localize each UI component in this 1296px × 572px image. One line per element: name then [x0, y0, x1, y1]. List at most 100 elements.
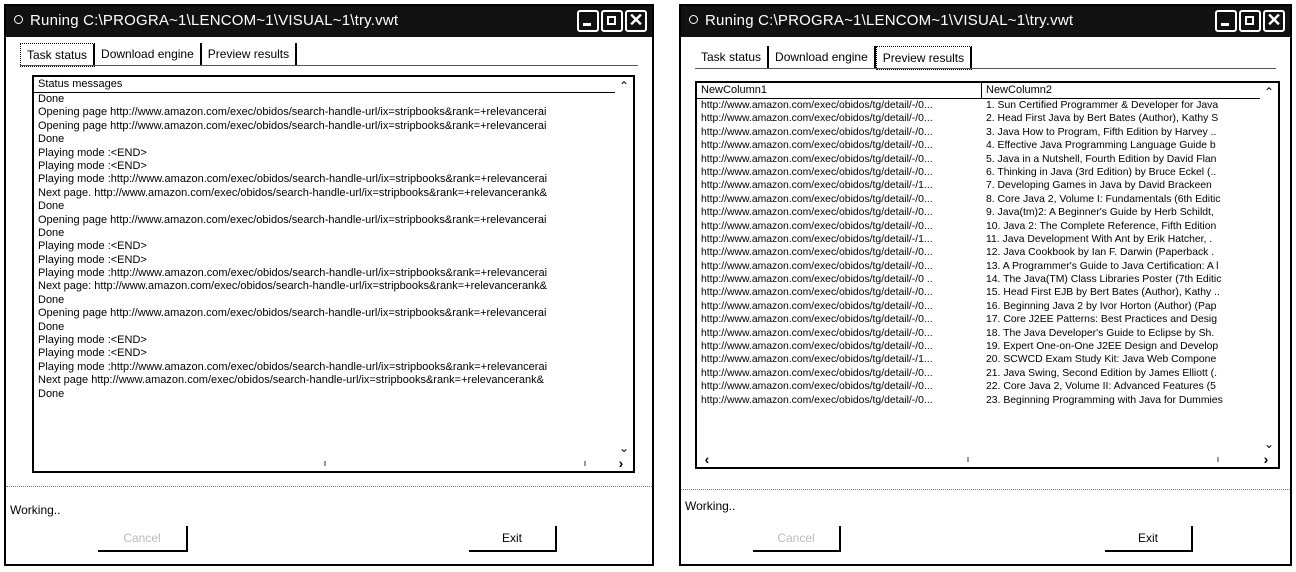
- list-header[interactable]: Status messages: [34, 77, 615, 93]
- tab-download-engine[interactable]: Download engine: [769, 46, 876, 68]
- scroll-down-icon[interactable]: ⌄: [617, 441, 631, 455]
- list-item[interactable]: Playing mode :<END>: [34, 147, 615, 160]
- list-item[interactable]: Next page http://www.amazon.com/exec/obi…: [34, 374, 615, 387]
- exit-button[interactable]: Exit: [469, 526, 557, 552]
- tab-task-status[interactable]: Task status: [695, 46, 770, 68]
- list-item[interactable]: Next page. http://www.amazon.com/exec/ob…: [34, 187, 615, 200]
- cell-url: http://www.amazon.com/exec/obidos/tg/det…: [701, 327, 933, 339]
- horizontal-scrollbar[interactable]: ‹ ›: [697, 451, 1278, 467]
- cell-title: 22. Core Java 2, Volume II: Advanced Fea…: [986, 381, 1216, 393]
- tab-task-status[interactable]: Task status: [20, 43, 96, 67]
- cell-title: 3. Java How to Program, Fifth Edition by…: [986, 126, 1217, 138]
- vertical-scrollbar[interactable]: ⌃ ⌄: [615, 77, 633, 455]
- minimize-icon[interactable]: [577, 10, 599, 32]
- cell-url: http://www.amazon.com/exec/obidos/tg/det…: [701, 394, 933, 406]
- table-row[interactable]: http://www.amazon.com/exec/obidos/tg/det…: [697, 206, 1260, 219]
- list-item[interactable]: Done: [34, 388, 615, 401]
- table-row[interactable]: http://www.amazon.com/exec/obidos/tg/det…: [697, 193, 1260, 206]
- table-row[interactable]: http://www.amazon.com/exec/obidos/tg/det…: [697, 246, 1260, 259]
- cell-url: http://www.amazon.com/exec/obidos/tg/det…: [701, 341, 933, 353]
- table-row[interactable]: http://www.amazon.com/exec/obidos/tg/det…: [697, 153, 1260, 166]
- column-header-newcolumn2[interactable]: NewColumn2: [982, 83, 1260, 98]
- task-window-status: Runing C:\PROGRA~1\LENCOM~1\VISUAL~1\try…: [4, 4, 654, 566]
- cancel-button[interactable]: Cancel: [753, 526, 841, 552]
- table-row[interactable]: http://www.amazon.com/exec/obidos/tg/det…: [697, 300, 1260, 313]
- list-item[interactable]: Done: [34, 227, 615, 240]
- minimize-icon[interactable]: [1215, 10, 1237, 32]
- cancel-button[interactable]: Cancel: [98, 526, 188, 552]
- table-row[interactable]: http://www.amazon.com/exec/obidos/tg/det…: [697, 139, 1260, 152]
- maximize-icon[interactable]: [1239, 10, 1261, 32]
- scroll-up-icon[interactable]: ⌃: [617, 79, 631, 93]
- horizontal-scrollbar[interactable]: ›: [34, 455, 633, 471]
- list-item[interactable]: Opening page http://www.amazon.com/exec/…: [34, 307, 615, 320]
- table-row[interactable]: http://www.amazon.com/exec/obidos/tg/det…: [697, 394, 1260, 407]
- cell-title: 12. Java Cookbook by Ian F. Darwin (Pape…: [986, 247, 1215, 259]
- status-separator: [6, 486, 652, 487]
- exit-button[interactable]: Exit: [1105, 526, 1193, 552]
- list-item[interactable]: Playing mode :http://www.amazon.com/exec…: [34, 267, 615, 280]
- list-item[interactable]: Done: [34, 294, 615, 307]
- list-item[interactable]: Done: [34, 93, 615, 106]
- list-item[interactable]: Opening page http://www.amazon.com/exec/…: [34, 214, 615, 227]
- list-item[interactable]: Playing mode :<END>: [34, 160, 615, 173]
- table-row[interactable]: http://www.amazon.com/exec/obidos/tg/det…: [697, 340, 1260, 353]
- cell-title: 14. The Java(TM) Class Libraries Poster …: [986, 274, 1222, 286]
- column-header-status-messages[interactable]: Status messages: [34, 77, 122, 92]
- table-row[interactable]: http://www.amazon.com/exec/obidos/tg/det…: [697, 166, 1260, 179]
- close-icon[interactable]: ✕: [625, 10, 647, 32]
- tab-preview-results[interactable]: Preview results: [202, 43, 298, 65]
- cell-title: 16. Beginning Java 2 by Ivor Horton (Aut…: [986, 300, 1217, 312]
- cell-title: 8. Core Java 2, Volume I: Fundamentals (…: [986, 193, 1221, 205]
- cell-title: 23. Beginning Programming with Java for …: [986, 394, 1223, 406]
- title-bar[interactable]: Runing C:\PROGRA~1\LENCOM~1\VISUAL~1\try…: [681, 6, 1290, 37]
- cell-title: 21. Java Swing, Second Edition by James …: [986, 367, 1218, 379]
- scroll-right-icon[interactable]: ›: [613, 455, 629, 471]
- table-row[interactable]: http://www.amazon.com/exec/obidos/tg/det…: [697, 233, 1260, 246]
- table-row[interactable]: http://www.amazon.com/exec/obidos/tg/det…: [697, 367, 1260, 380]
- list-item[interactable]: Playing mode :<END>: [34, 254, 615, 267]
- scroll-left-icon[interactable]: ‹: [699, 451, 715, 467]
- scroll-up-icon[interactable]: ⌃: [1262, 85, 1276, 99]
- cell-url: http://www.amazon.com/exec/obidos/tg/det…: [701, 354, 933, 366]
- table-row[interactable]: http://www.amazon.com/exec/obidos/tg/det…: [697, 273, 1260, 286]
- list-item[interactable]: Playing mode :<END>: [34, 334, 615, 347]
- table-row[interactable]: http://www.amazon.com/exec/obidos/tg/det…: [697, 260, 1260, 273]
- list-item[interactable]: Playing mode :http://www.amazon.com/exec…: [34, 361, 615, 374]
- scroll-thumb-mark: [967, 457, 969, 462]
- table-row[interactable]: http://www.amazon.com/exec/obidos/tg/det…: [697, 220, 1260, 233]
- list-item[interactable]: Done: [34, 200, 615, 213]
- table-row[interactable]: http://www.amazon.com/exec/obidos/tg/det…: [697, 112, 1260, 125]
- list-item[interactable]: Next page: http://www.amazon.com/exec/ob…: [34, 280, 615, 293]
- list-item[interactable]: Opening page http://www.amazon.com/exec/…: [34, 106, 615, 119]
- table-row[interactable]: http://www.amazon.com/exec/obidos/tg/det…: [697, 353, 1260, 366]
- list-item[interactable]: Playing mode :<END>: [34, 240, 615, 253]
- column-header-newcolumn1[interactable]: NewColumn1: [697, 83, 982, 98]
- cell-url: http://www.amazon.com/exec/obidos/tg/det…: [701, 260, 933, 272]
- tab-preview-results[interactable]: Preview results: [875, 46, 973, 70]
- vertical-scrollbar[interactable]: ⌃ ⌄: [1260, 83, 1278, 451]
- table-header[interactable]: NewColumn1 NewColumn2: [697, 83, 1260, 99]
- tab-download-engine[interactable]: Download engine: [95, 43, 202, 65]
- status-messages-list[interactable]: Status messages Done Opening page http://…: [32, 75, 635, 473]
- table-row[interactable]: http://www.amazon.com/exec/obidos/tg/det…: [697, 286, 1260, 299]
- table-row[interactable]: http://www.amazon.com/exec/obidos/tg/det…: [697, 380, 1260, 393]
- scroll-right-icon[interactable]: ›: [1258, 451, 1274, 467]
- close-icon[interactable]: ✕: [1263, 10, 1285, 32]
- list-item[interactable]: Opening page http://www.amazon.com/exec/…: [34, 120, 615, 133]
- table-row[interactable]: http://www.amazon.com/exec/obidos/tg/det…: [697, 327, 1260, 340]
- list-item[interactable]: Done: [34, 133, 615, 146]
- table-row[interactable]: http://www.amazon.com/exec/obidos/tg/det…: [697, 179, 1260, 192]
- table-row[interactable]: http://www.amazon.com/exec/obidos/tg/det…: [697, 126, 1260, 139]
- list-item[interactable]: Playing mode :http://www.amazon.com/exec…: [34, 173, 615, 186]
- cell-title: 15. Head First EJB by Bert Bates (Author…: [986, 287, 1220, 299]
- title-bar[interactable]: Runing C:\PROGRA~1\LENCOM~1\VISUAL~1\try…: [6, 6, 652, 37]
- table-row[interactable]: http://www.amazon.com/exec/obidos/tg/det…: [697, 99, 1260, 112]
- table-row[interactable]: http://www.amazon.com/exec/obidos/tg/det…: [697, 313, 1260, 326]
- maximize-icon[interactable]: [601, 10, 623, 32]
- list-item[interactable]: Done: [34, 321, 615, 334]
- scroll-down-icon[interactable]: ⌄: [1262, 437, 1276, 451]
- cell-url: http://www.amazon.com/exec/obidos/tg/det…: [701, 126, 933, 138]
- preview-results-table[interactable]: NewColumn1 NewColumn2 http://www.amazon.…: [695, 81, 1280, 469]
- list-item[interactable]: Playing mode :<END>: [34, 347, 615, 360]
